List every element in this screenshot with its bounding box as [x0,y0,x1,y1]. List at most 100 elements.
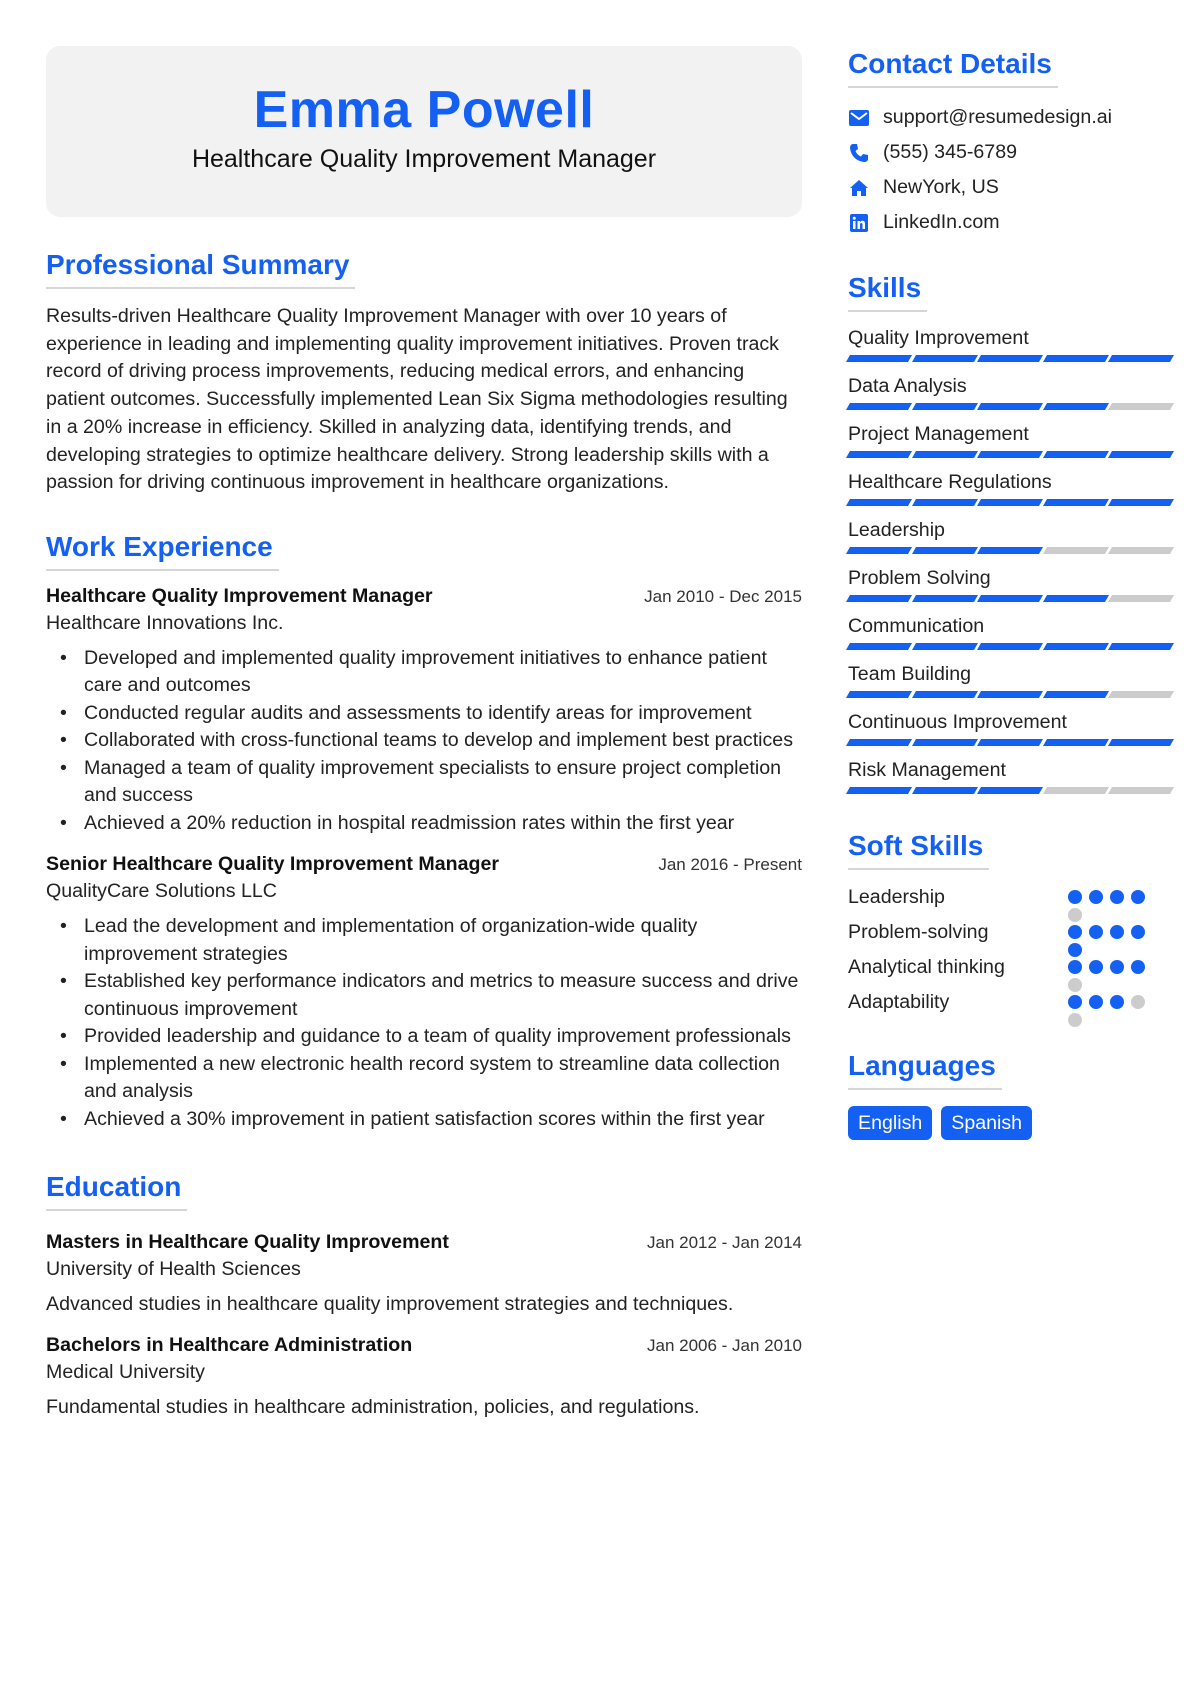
bullet-item: Provided leadership and guidance to a te… [46,1023,802,1051]
contact-item[interactable]: LinkedIn.com [848,205,1172,240]
contact-section: Contact Details support@resumedesign.ai (… [848,46,1172,240]
contact-text[interactable]: (555) 345-6789 [883,141,1017,164]
candidate-role: Healthcare Quality Improvement Manager [191,145,657,173]
skill-segment-filled [1042,691,1109,698]
contact-text[interactable]: support@resumedesign.ai [883,106,1112,129]
education-entry: Masters in Healthcare Quality Improvemen… [46,1229,802,1318]
rating-dot-filled [1110,960,1124,974]
job-title: Healthcare Quality Improvement Manager [46,584,433,607]
skill-segment-filled [977,451,1043,458]
job-dates: Jan 2010 - Dec 2015 [644,586,802,606]
skill-segment-filled [911,643,978,650]
rating-dot-filled [1068,890,1082,904]
languages-section: Languages English Spanish [848,1048,1172,1140]
bullet-item: Conducted regular audits and assessments… [46,700,802,728]
school: Medical University [46,1361,205,1384]
bullet-item: Achieved a 20% reduction in hospital rea… [46,810,802,838]
skill-item: Risk Management [845,756,1174,794]
skill-name: Problem Solving [848,567,991,589]
bullet-item: Lead the development and implementation … [46,913,802,968]
sidebar-column: Contact Details support@resumedesign.ai (… [845,46,1174,1140]
school: University of Health Sciences [46,1258,301,1281]
rating-dot-filled [1131,890,1145,904]
job-company: QualityCare Solutions LLC [46,880,277,903]
skill-name: Team Building [848,663,972,685]
skill-segment-filled [977,547,1043,554]
skill-segment-empty [1108,691,1174,698]
job-list: Healthcare Quality Improvement Manager Ja… [46,583,802,1134]
skill-level-bar [845,547,1174,554]
soft-skill-name: Adaptability [848,991,950,1013]
skill-segment-filled [845,451,912,458]
rating-dot-filled [1068,925,1082,939]
education-dates: Jan 2012 - Jan 2014 [646,1233,802,1253]
skill-segment-empty [1108,547,1174,554]
skill-segment-filled [977,595,1043,602]
rating-dot-filled [1068,960,1082,974]
soft-skills-list: Leadership Problem-solving Analytical thin… [848,880,1172,1027]
skill-segment-filled [911,547,978,554]
skill-segment-filled [845,739,912,746]
bullet-item: Developed and implemented quality improv… [46,645,802,700]
language-list: English Spanish [848,1106,1172,1140]
rating-dot-filled [1131,960,1145,974]
skill-segment-filled [845,355,912,362]
soft-skill-rating [1068,950,1158,992]
language-badge: English [848,1106,933,1140]
skill-segment-filled [911,451,978,458]
rating-dot-filled [1089,890,1103,904]
skill-segment-filled [1042,499,1109,506]
skill-name: Risk Management [848,759,1006,781]
language-badge: Spanish [941,1106,1033,1140]
contact-item[interactable]: support@resumedesign.ai [848,100,1172,135]
skill-segment-filled [911,355,978,362]
soft-skills-section: Soft Skills Leadership Problem-solving Ana… [848,828,1172,1027]
skill-segment-filled [977,691,1043,698]
soft-skill-item: Problem-solving [848,915,1172,957]
skill-segment-empty [1108,595,1174,602]
envelope-icon [848,107,870,129]
contact-item[interactable]: (555) 345-6789 [848,135,1172,170]
education-list: Masters in Healthcare Quality Improvemen… [46,1229,802,1421]
skills-section: Skills Quality Improvement Data Analysis P… [845,270,1174,794]
job-title: Senior Healthcare Quality Improvement Ma… [46,853,499,876]
rating-dot-filled [1089,925,1103,939]
contact-item[interactable]: NewYork, US [848,170,1172,205]
soft-skill-rating [1068,880,1158,922]
skill-segment-filled [977,499,1043,506]
summary-section: Professional Summary Results-driven Heal… [46,247,802,497]
bullet-item: Collaborated with cross-functional teams… [46,727,802,755]
linkedin-icon [848,212,870,234]
skill-segment-filled [1108,739,1174,746]
skill-segment-filled [1108,451,1174,458]
job-bullets: Lead the development and implementation … [46,913,802,1133]
skill-item: Data Analysis [845,372,1174,410]
skill-segment-filled [1042,739,1109,746]
skill-level-bar [845,739,1174,746]
job-company: Healthcare Innovations Inc. [46,611,284,634]
skill-level-bar [845,403,1174,410]
skill-level-bar [845,499,1174,506]
education-description: Fundamental studies in healthcare admini… [46,1396,700,1419]
skill-name: Data Analysis [848,375,967,397]
skill-item: Problem Solving [845,564,1174,602]
skill-segment-filled [911,787,978,794]
contact-text[interactable]: NewYork, US [883,176,999,199]
skill-segment-filled [845,403,912,410]
rating-dot-filled [1089,960,1103,974]
soft-skill-item: Adaptability [848,985,1172,1027]
skill-name: Quality Improvement [848,327,1029,349]
skill-level-bar [845,595,1174,602]
education-section: Education Masters in Healthcare Quality … [46,1169,802,1421]
skill-segment-filled [911,403,978,410]
skill-item: Healthcare Regulations [845,468,1174,506]
education-dates: Jan 2006 - Jan 2010 [646,1336,802,1356]
job-bullets: Developed and implemented quality improv… [46,645,802,838]
skill-segment-filled [845,499,912,506]
contact-text[interactable]: LinkedIn.com [883,211,1000,234]
skill-segment-filled [845,691,912,698]
skill-segment-filled [1042,595,1109,602]
job-entry: Healthcare Quality Improvement Manager Ja… [46,583,802,838]
skill-level-bar [845,691,1174,698]
skill-segment-filled [911,499,978,506]
